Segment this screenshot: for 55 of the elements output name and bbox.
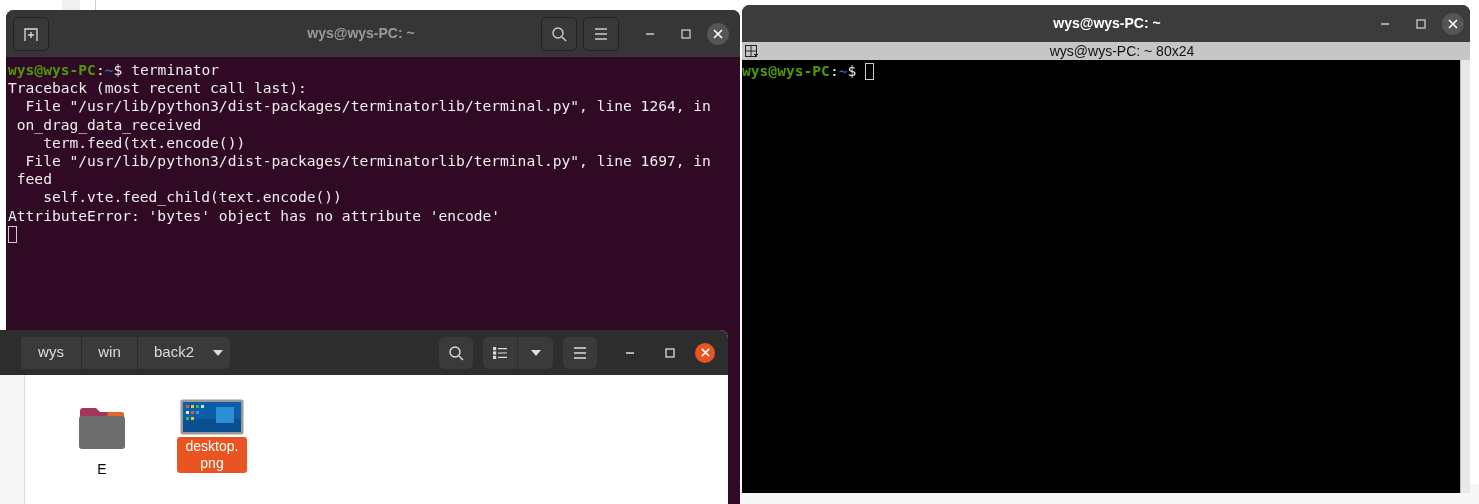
tab-title: wys@wys-PC: ~ 80x24 [1048,41,1196,61]
window-title: wys@wys-PC: ~ [1052,14,1162,33]
minimize-icon [645,32,655,35]
folder-icon[interactable] [78,407,126,449]
cursor [8,225,17,243]
prompt-symbol: $ [847,62,857,81]
output-line: on_drag_data_received [15,115,202,134]
prompt-path: ~ [838,62,848,81]
caret-icon [213,349,224,356]
scrollbar[interactable] [1460,60,1470,493]
menu-icon [573,346,587,359]
output-line: AttributeError: 'bytes' object has no attribute 'encode' [8,206,501,225]
close-icon [713,28,723,39]
close-icon [700,348,710,357]
path-button[interactable]: wys [20,336,81,369]
search-icon [448,344,464,361]
output-line: File "/usr/lib/python3/dist-packages/terminatorlib/terminal.py", line 1264, in [24,97,711,116]
menu-button[interactable] [583,16,619,51]
prompt-colon: : [829,62,839,81]
prompt-colon: : [95,61,105,80]
new-tab-icon [23,25,39,42]
search-button[interactable] [541,16,577,51]
menu-button[interactable] [563,336,597,369]
maximize-icon [665,347,675,358]
prompt-path: ~ [104,61,114,80]
close-button[interactable] [1442,12,1464,35]
command: terminator [131,61,220,80]
window-title: wys@wys-PC: ~ [306,24,416,43]
minimize-icon [625,351,635,354]
file-name[interactable]: E [91,460,113,479]
grid-menu-icon[interactable] [745,44,759,58]
prompt-user: wys@wys-PC [8,61,96,80]
output-line: File "/usr/lib/python3/dist-packages/terminatorlib/terminal.py", line 1697, in [24,151,711,171]
search-icon [551,25,567,42]
path-button[interactable]: win [81,336,137,369]
new-tab-button[interactable] [13,16,49,51]
output-line: self.vte.feed_child(text.encode()) [42,188,342,207]
caret-icon [530,349,541,356]
close-button[interactable] [695,342,715,363]
output-line: feed [15,170,52,189]
maximize-icon [681,28,691,39]
prompt-symbol: $ [113,61,123,80]
maximize-icon [1416,18,1426,29]
close-button[interactable] [707,22,729,45]
file-name[interactable]: desktop.png [177,437,247,473]
menu-icon [594,27,608,40]
close-icon [1448,18,1458,29]
search-button[interactable] [439,336,473,369]
list-view-icon [493,346,507,359]
path-button[interactable]: back2 [137,336,230,369]
output-line: term.feed(txt.encode()) [43,133,246,152]
output-line: Traceback (most recent call last): [8,79,307,98]
minimize-icon [1380,22,1390,25]
prompt-user: wys@wys-PC [742,62,830,81]
cursor [865,63,875,80]
